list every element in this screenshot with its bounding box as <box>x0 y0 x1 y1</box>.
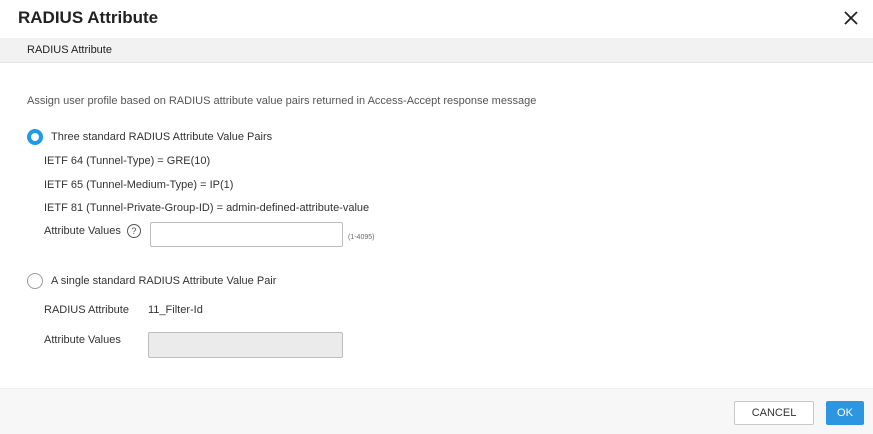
attribute-values-label-2: Attribute Values <box>44 334 121 346</box>
ietf-64-line: IETF 64 (Tunnel-Type) = GRE(10) <box>44 155 211 167</box>
range-hint: (1-4095) <box>348 234 375 241</box>
ietf-65-line: IETF 65 (Tunnel-Medium-Type) = IP(1) <box>44 179 234 191</box>
radius-attribute-value: 11_Filter-Id <box>148 304 203 316</box>
radius-attribute-label: RADIUS Attribute <box>44 304 129 316</box>
dialog-footer: CANCEL OK <box>0 388 873 434</box>
radio-three-standard-pairs[interactable]: Three standard RADIUS Attribute Value Pa… <box>27 129 272 145</box>
radius-attribute-dialog: RADIUS Attribute RADIUS Attribute Assign… <box>0 0 873 434</box>
radio-button-unchecked[interactable] <box>27 273 43 289</box>
attribute-values-input-disabled <box>148 332 343 358</box>
description-text: Assign user profile based on RADIUS attr… <box>27 95 537 107</box>
section-header: RADIUS Attribute <box>0 38 873 63</box>
dialog-title: RADIUS Attribute <box>18 8 159 27</box>
section-header-label: RADIUS Attribute <box>27 44 112 56</box>
radio-single-standard-pair[interactable]: A single standard RADIUS Attribute Value… <box>27 273 276 289</box>
attribute-values-label-row: Attribute Values ? <box>44 224 141 238</box>
help-circle-icon[interactable]: ? <box>126 224 141 238</box>
attribute-values-input[interactable] <box>150 222 343 247</box>
attribute-values-label: Attribute Values <box>44 225 121 237</box>
radio-button-checked[interactable] <box>27 129 43 145</box>
close-icon[interactable] <box>839 6 863 30</box>
cancel-button[interactable]: CANCEL <box>734 401 814 425</box>
ietf-81-line: IETF 81 (Tunnel-Private-Group-ID) = admi… <box>44 202 370 214</box>
close-icon-glyph <box>844 11 858 25</box>
radio-three-standard-pairs-label: Three standard RADIUS Attribute Value Pa… <box>51 131 273 143</box>
ok-button[interactable]: OK <box>826 401 864 425</box>
radio-single-standard-pair-label: A single standard RADIUS Attribute Value… <box>51 275 277 287</box>
